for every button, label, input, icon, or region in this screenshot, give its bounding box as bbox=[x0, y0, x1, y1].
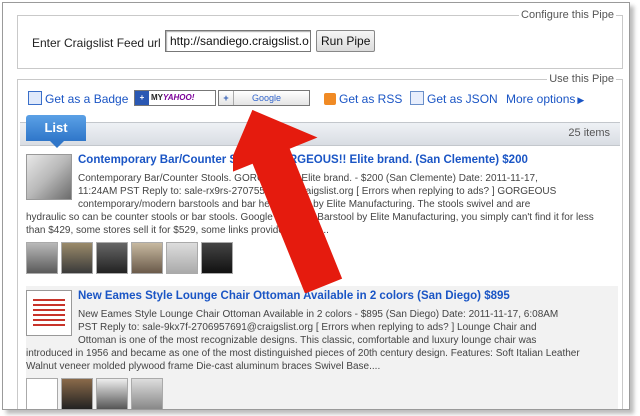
badge-icon bbox=[28, 91, 42, 105]
yahoo-brand-label: YAHOO! bbox=[163, 93, 195, 102]
desc-line: 11:24AM PST Reply to: sale-rx9rs-2707556… bbox=[78, 186, 557, 197]
item-image[interactable] bbox=[61, 242, 93, 274]
item-image[interactable] bbox=[201, 242, 233, 274]
json-icon bbox=[410, 91, 424, 105]
list-tab[interactable]: List bbox=[26, 115, 86, 148]
get-json-label: Get as JSON bbox=[427, 92, 498, 106]
item-description: New Eames Style Lounge Chair Ottoman Ava… bbox=[78, 308, 610, 347]
app-frame: Configure this Pipe Enter Craigslist Fee… bbox=[2, 2, 630, 410]
item-count: 25 items bbox=[568, 127, 610, 139]
triangle-right-icon: ▶ bbox=[577, 95, 585, 105]
item-image-strip bbox=[26, 378, 166, 409]
item-title-link[interactable]: New Eames Style Lounge Chair Ottoman Ava… bbox=[78, 290, 610, 303]
item-thumbnail[interactable] bbox=[26, 290, 72, 336]
get-json-link[interactable]: Get as JSON bbox=[410, 90, 498, 108]
use-legend: Use this Pipe bbox=[547, 73, 616, 85]
item-title-link[interactable]: Contemporary Bar/Counter Stools. GORGEOU… bbox=[78, 154, 610, 167]
item-description: Contemporary Bar/Counter Stools. GORGEOU… bbox=[78, 172, 610, 211]
item-image[interactable] bbox=[96, 242, 128, 274]
more-options-label: More options bbox=[506, 92, 576, 106]
item-image[interactable] bbox=[131, 378, 163, 409]
item-image[interactable] bbox=[61, 378, 93, 409]
red-arrow-annotation bbox=[233, 109, 343, 293]
get-badge-label: Get as a Badge bbox=[45, 92, 129, 106]
ad-flyer-icon bbox=[33, 299, 65, 327]
run-pipe-button[interactable]: Run Pipe bbox=[316, 30, 376, 52]
desc-line: PST Reply to: sale-9kx7f-2706957691@crai… bbox=[78, 322, 537, 333]
desc-line: contemporary/modern barstools and bar he… bbox=[78, 199, 531, 210]
list-item: New Eames Style Lounge Chair Ottoman Ava… bbox=[26, 286, 618, 409]
desc-line: New Eames Style Lounge Chair Ottoman Ava… bbox=[78, 309, 559, 320]
feed-url-input[interactable]: http://sandiego.craigslist.o bbox=[165, 30, 311, 52]
add-to-my-yahoo-button[interactable]: + MYYAHOO! bbox=[134, 90, 216, 106]
item-image[interactable] bbox=[131, 242, 163, 274]
item-image[interactable] bbox=[166, 242, 198, 274]
item-image[interactable] bbox=[26, 378, 58, 409]
configure-legend: Configure this Pipe bbox=[519, 9, 616, 21]
get-badge-link[interactable]: Get as a Badge bbox=[28, 90, 128, 108]
get-rss-label: Get as RSS bbox=[339, 92, 403, 106]
item-thumbnail[interactable] bbox=[26, 154, 72, 200]
more-options-link[interactable]: More options ▶ bbox=[506, 90, 584, 108]
configure-panel: Configure this Pipe Enter Craigslist Fee… bbox=[17, 9, 623, 69]
yahoo-my-label: MY bbox=[151, 93, 163, 102]
google-label: Google bbox=[252, 93, 282, 103]
desc-line: Contemporary Bar/Counter Stools. GORGEOU… bbox=[78, 173, 538, 184]
feed-url-label: Enter Craigslist Feed url bbox=[32, 36, 161, 50]
plus-icon: + bbox=[135, 91, 149, 105]
item-image[interactable] bbox=[96, 378, 128, 409]
item-image[interactable] bbox=[26, 242, 58, 274]
item-image-strip bbox=[26, 242, 236, 278]
desc-line: Ottoman is one of the most recognizable … bbox=[78, 335, 537, 346]
item-description-cont: introduced in 1956 and became as one of … bbox=[26, 348, 580, 372]
plus-icon: + bbox=[219, 91, 234, 105]
